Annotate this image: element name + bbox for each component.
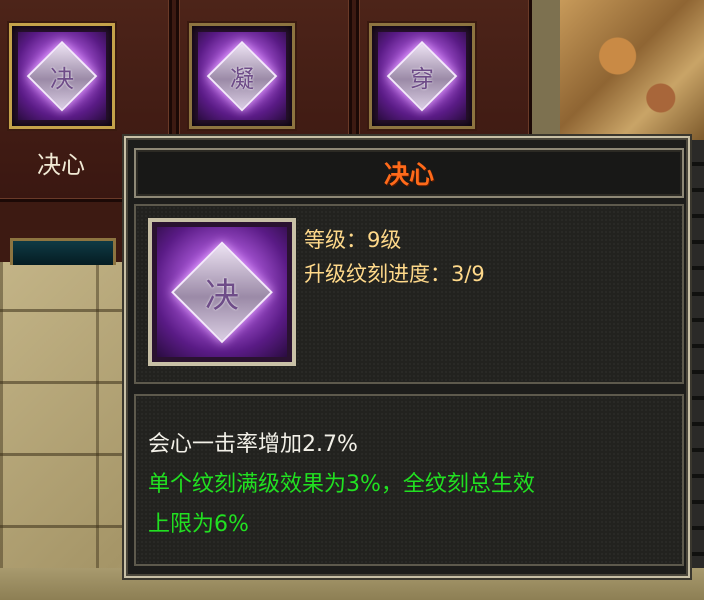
tooltip-info-panel: 决 等级：9级 升级纹刻进度：3/9 bbox=[134, 204, 684, 384]
pillar-decoration bbox=[688, 140, 704, 580]
cap-text-line2: 上限为6% bbox=[148, 512, 249, 537]
tooltip-title: 决心 bbox=[134, 148, 684, 198]
rune-jue-icon: 决 bbox=[18, 32, 106, 120]
rune-tooltip: 决心 决 等级：9级 升级纹刻进度：3/9 会心一击率增加2.7% 单个纹刻满级… bbox=[124, 136, 690, 578]
rune-char: 决 bbox=[205, 275, 239, 316]
rune-slot[interactable]: 决 bbox=[9, 23, 115, 129]
level-text: 等级：9级 bbox=[304, 228, 402, 252]
cap-text-line1: 单个纹刻满级效果为3%，全纹刻总生效 bbox=[148, 472, 535, 497]
scenery-background bbox=[560, 0, 704, 140]
tooltip-icon-frame: 决 bbox=[148, 218, 296, 366]
rune-char: 决 bbox=[50, 64, 74, 93]
rune-label: 决心 bbox=[37, 151, 85, 179]
rune-chuan-icon: 穿 bbox=[378, 32, 466, 120]
tooltip-description-panel: 会心一击率增加2.7% 单个纹刻满级效果为3%，全纹刻总生效 上限为6% bbox=[134, 394, 684, 566]
rune-char: 穿 bbox=[410, 64, 434, 93]
progress-text: 升级纹刻进度：3/9 bbox=[304, 262, 485, 286]
rune-ning-icon: 凝 bbox=[198, 32, 286, 120]
effect-text: 会心一击率增加2.7% bbox=[148, 432, 358, 457]
rune-char: 凝 bbox=[230, 64, 254, 93]
rune-slot[interactable]: 凝 bbox=[189, 23, 295, 129]
rune-slot-partial[interactable] bbox=[10, 238, 116, 265]
rune-slot[interactable]: 穿 bbox=[369, 23, 475, 129]
rune-jue-icon: 决 bbox=[157, 227, 287, 357]
